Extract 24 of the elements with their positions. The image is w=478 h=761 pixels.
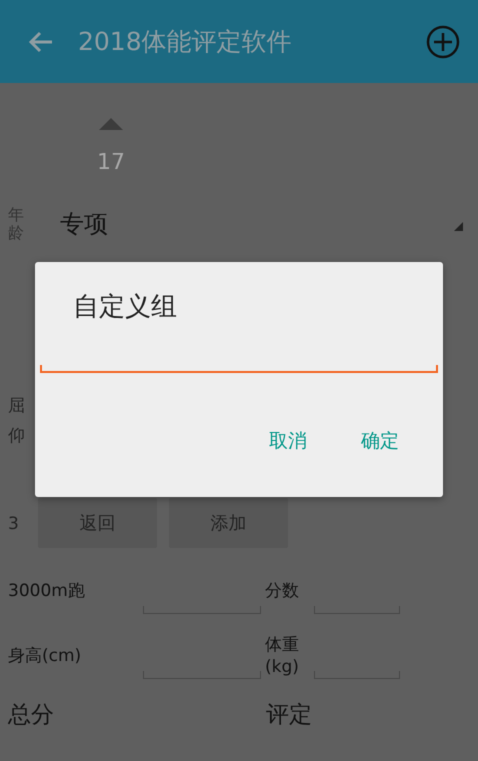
text-input[interactable] (40, 365, 438, 373)
input-field[interactable] (314, 606, 400, 614)
dropdown-arrow-icon[interactable] (454, 222, 463, 231)
picker-value: 17 (97, 149, 125, 177)
field-label: 分数 (265, 580, 300, 602)
dialog-title: 自定义组 (72, 291, 178, 324)
cancel-button[interactable]: 取消 (251, 419, 325, 464)
summary-label: 评定 (266, 702, 312, 728)
summary-label: 总分 (8, 702, 54, 728)
category-spinner[interactable]: 专项 (60, 206, 454, 242)
back-icon[interactable] (28, 30, 54, 52)
app-title: 2018体能评定软件 (78, 26, 293, 58)
input-field[interactable] (314, 671, 400, 679)
add-icon[interactable] (426, 24, 460, 58)
input-field[interactable] (143, 671, 261, 679)
row-label: 3 (8, 514, 19, 534)
field-label: 体重(kg) (265, 635, 300, 678)
row-label: 仰 (8, 426, 25, 446)
field-label: 3000m跑 (8, 580, 85, 601)
row-label: 屈 (8, 396, 25, 416)
confirm-button[interactable]: 确定 (343, 419, 417, 464)
field-label: 身高(cm) (8, 646, 82, 666)
increment-arrow-icon[interactable] (99, 118, 123, 130)
input-field[interactable] (143, 606, 261, 614)
